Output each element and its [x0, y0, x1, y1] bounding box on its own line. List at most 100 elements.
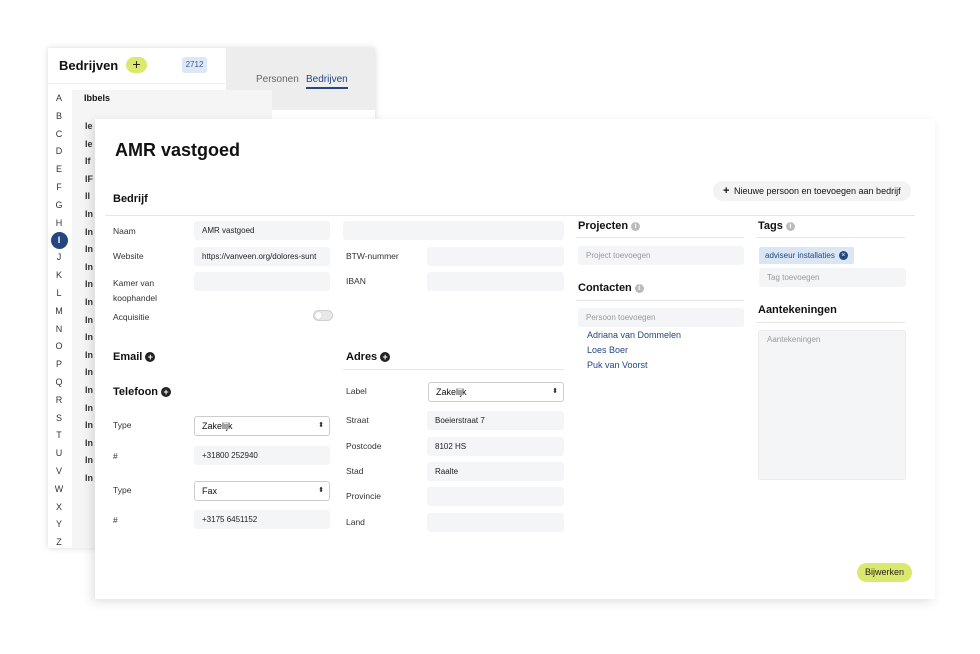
- projecten-title-label: Projecten: [578, 220, 629, 232]
- plus-icon: +: [723, 185, 730, 197]
- contact-link[interactable]: Adriana van Dommelen: [587, 330, 681, 340]
- list-item[interactable]: In: [85, 438, 93, 448]
- street-field[interactable]: Boeierstraat 7: [427, 411, 564, 430]
- phone-number-label: #: [113, 515, 118, 525]
- list-item[interactable]: Ie: [85, 121, 93, 131]
- add-address-icon[interactable]: +: [380, 352, 391, 363]
- list-item[interactable]: In: [85, 367, 93, 377]
- phone-number-field[interactable]: +3175 6451152: [194, 510, 330, 529]
- acquisitie-toggle[interactable]: [313, 310, 333, 321]
- website-field[interactable]: https://vanveen.org/dolores-sunt: [194, 247, 330, 266]
- city-field[interactable]: Raalte: [427, 462, 564, 481]
- list-item[interactable]: In: [85, 403, 93, 413]
- list-item[interactable]: In: [85, 297, 93, 307]
- add-email-icon[interactable]: +: [145, 352, 156, 363]
- list-item[interactable]: In: [85, 209, 93, 219]
- list-item[interactable]: In: [85, 385, 93, 395]
- list-item[interactable]: In: [85, 332, 93, 342]
- tags-title-label: Tags: [758, 220, 783, 232]
- update-button[interactable]: Bijwerken: [857, 563, 912, 582]
- alphabet-letter-y[interactable]: Y: [48, 516, 70, 534]
- alphabet-letter-q[interactable]: Q: [48, 374, 70, 392]
- chevron-updown-icon: ⬍: [318, 422, 324, 429]
- iban-field[interactable]: [427, 272, 564, 291]
- alphabet-letter-b[interactable]: B: [48, 108, 70, 126]
- tab-personen[interactable]: Personen: [256, 74, 299, 85]
- alphabet-letter-s[interactable]: S: [48, 410, 70, 428]
- section-title-tags: Tags i: [758, 220, 795, 232]
- list-item[interactable]: In: [85, 420, 93, 430]
- phone-number-field[interactable]: +31800 252940: [194, 446, 330, 465]
- new-person-button[interactable]: + Nieuwe persoon en toevoegen aan bedrij…: [713, 181, 911, 201]
- kvk-field[interactable]: [194, 272, 330, 291]
- alphabet-letter-w[interactable]: W: [48, 481, 70, 499]
- province-field[interactable]: [427, 487, 564, 506]
- section-divider: [576, 300, 744, 301]
- tab-bedrijven[interactable]: Bedrijven: [306, 74, 348, 89]
- alphabet-letter-i[interactable]: I: [50, 232, 68, 250]
- alphabet-letter-t[interactable]: T: [48, 427, 70, 445]
- btw-field[interactable]: [427, 247, 564, 266]
- list-item[interactable]: In: [85, 244, 93, 254]
- phone-type-value: Zakelijk: [202, 421, 233, 431]
- alphabet-letter-m[interactable]: M: [48, 303, 70, 321]
- alphabet-letter-e[interactable]: E: [48, 161, 70, 179]
- list-item[interactable]: In: [85, 262, 93, 272]
- street-label: Straat: [346, 415, 369, 425]
- alphabet-letter-z[interactable]: Z: [48, 534, 70, 548]
- alphabet-letter-p[interactable]: P: [48, 356, 70, 374]
- new-person-button-label: Nieuwe persoon en toevoegen aan bedrijf: [733, 186, 901, 196]
- country-field[interactable]: [427, 513, 564, 532]
- list-item[interactable]: In: [85, 279, 93, 289]
- close-icon[interactable]: ×: [838, 251, 848, 261]
- alphabet-letter-l[interactable]: L: [48, 285, 70, 303]
- address-label-select[interactable]: Zakelijk ⬍: [428, 382, 564, 402]
- phone-type-select[interactable]: Zakelijk ⬍: [194, 416, 330, 436]
- list-item[interactable]: Ie: [85, 139, 93, 149]
- alphabet-letter-j[interactable]: J: [48, 249, 70, 267]
- alphabet-letter-g[interactable]: G: [48, 197, 70, 215]
- tag-chip[interactable]: adviseur installaties ×: [759, 247, 854, 264]
- person-add-input[interactable]: Persoon toevoegen: [578, 308, 744, 327]
- project-add-input[interactable]: Project toevoegen: [578, 246, 744, 265]
- info-icon: i: [785, 221, 795, 231]
- add-company-button[interactable]: +: [126, 57, 147, 73]
- alphabet-letter-f[interactable]: F: [48, 179, 70, 197]
- alphabet-letter-r[interactable]: R: [48, 392, 70, 410]
- contact-link[interactable]: Loes Boer: [587, 345, 628, 355]
- list-item[interactable]: In: [85, 227, 93, 237]
- list-item[interactable]: If: [85, 156, 91, 166]
- list-item[interactable]: Il: [85, 191, 90, 201]
- tag-add-input[interactable]: Tag toevoegen: [759, 268, 906, 287]
- alphabet-letter-a[interactable]: A: [48, 90, 70, 108]
- list-item[interactable]: In: [85, 455, 93, 465]
- province-label: Provincie: [346, 491, 381, 501]
- list-item[interactable]: In: [85, 315, 93, 325]
- name-field[interactable]: AMR vastgoed: [194, 221, 330, 240]
- alphabet-letter-d[interactable]: D: [48, 143, 70, 161]
- extra-field[interactable]: [343, 221, 564, 240]
- list-item[interactable]: IF: [85, 174, 93, 184]
- alphabet-letter-h[interactable]: H: [48, 215, 70, 233]
- city-label: Stad: [346, 466, 364, 476]
- alphabet-letter-c[interactable]: C: [48, 126, 70, 144]
- alphabet-letter-n[interactable]: N: [48, 321, 70, 339]
- list-title: Bedrijven: [59, 58, 119, 73]
- add-phone-icon[interactable]: +: [161, 387, 172, 398]
- list-item[interactable]: In: [85, 350, 93, 360]
- list-item[interactable]: Ibbels: [84, 93, 110, 103]
- alphabet-letter-v[interactable]: V: [48, 463, 70, 481]
- notes-textarea[interactable]: Aantekeningen: [758, 330, 906, 480]
- alphabet-letter-k[interactable]: K: [48, 267, 70, 285]
- list-item[interactable]: In: [85, 473, 93, 483]
- adres-title-label: Adres: [346, 351, 378, 363]
- alphabet-letter-o[interactable]: O: [48, 338, 70, 356]
- section-title-contacten: Contacten i: [578, 282, 644, 294]
- list-divider: [48, 83, 226, 84]
- postcode-field[interactable]: 8102 HS: [427, 437, 564, 456]
- alphabet-letter-u[interactable]: U: [48, 445, 70, 463]
- address-label-label: Label: [346, 386, 367, 396]
- alphabet-letter-x[interactable]: X: [48, 499, 70, 517]
- contact-link[interactable]: Puk van Voorst: [587, 360, 648, 370]
- phone-type-select[interactable]: Fax ⬍: [194, 481, 330, 501]
